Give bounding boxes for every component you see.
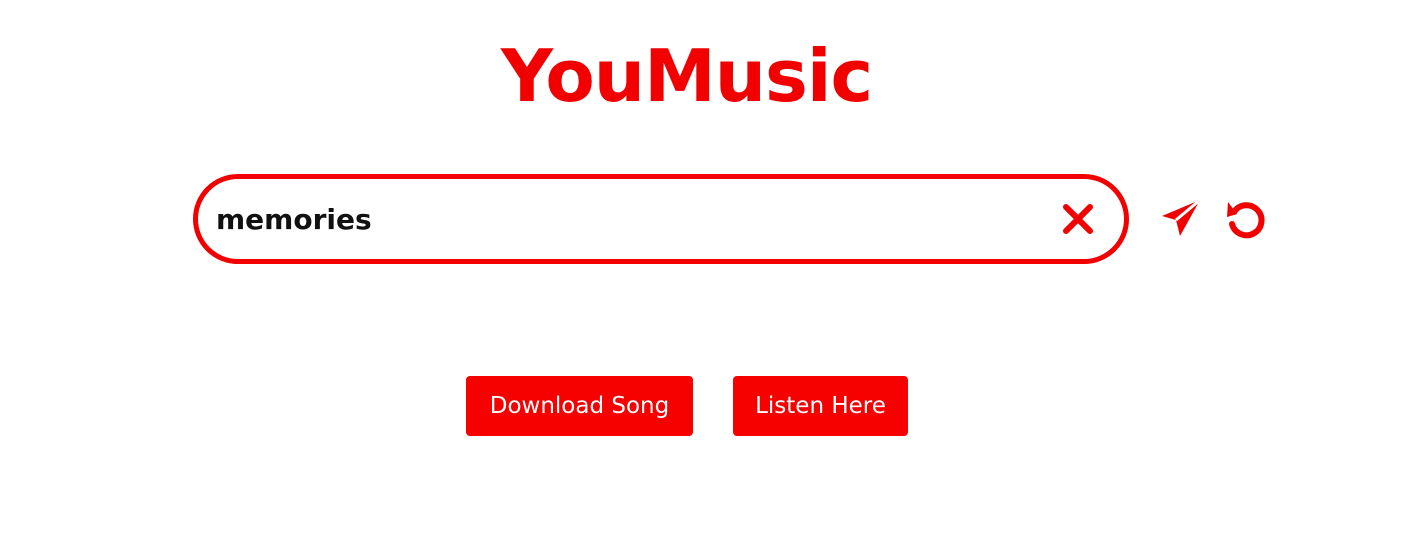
reset-icon[interactable] [1224, 198, 1268, 242]
search-input[interactable] [216, 179, 1036, 259]
close-icon-graphic [1063, 204, 1093, 234]
download-song-button[interactable]: Download Song [466, 376, 693, 436]
close-icon[interactable] [1060, 201, 1096, 237]
listen-here-button[interactable]: Listen Here [733, 376, 908, 436]
send-icon[interactable] [1160, 198, 1202, 238]
page: YouMusic Download Song Listen Here [0, 0, 1403, 560]
reset-icon-graphic [1227, 202, 1265, 239]
app-title: YouMusic [500, 34, 873, 118]
search-box[interactable] [193, 174, 1129, 264]
send-icon-graphic [1162, 198, 1201, 236]
